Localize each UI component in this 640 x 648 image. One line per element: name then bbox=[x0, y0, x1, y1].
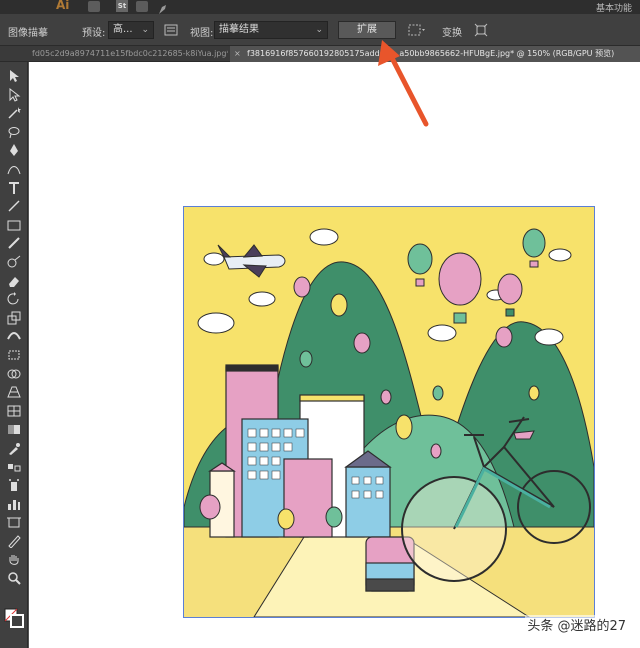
width-tool-icon[interactable] bbox=[6, 328, 22, 342]
document-tabs: fd05c2d9a8974711e15fbdc0c212685-k8iYua.j… bbox=[0, 46, 640, 62]
symbol-sprayer-tool-icon[interactable] bbox=[6, 477, 22, 492]
tab-document-1[interactable]: fd05c2d9a8974711e15fbdc0c212685-k8iYua.j… bbox=[0, 46, 228, 62]
close-icon[interactable]: × bbox=[234, 46, 244, 62]
rectangle-tool-icon[interactable] bbox=[6, 217, 22, 231]
traced-image[interactable] bbox=[183, 206, 595, 618]
hand-tool-icon[interactable] bbox=[6, 552, 22, 566]
perspective-grid-tool-icon[interactable] bbox=[6, 384, 22, 398]
pen-tool-icon[interactable] bbox=[6, 142, 22, 157]
illustrator-window: Ai St 基本功能 图像描摹 预设: 高... ⌄ 视图: 描摹结果 ⌄ 扩展… bbox=[0, 0, 640, 648]
chevron-down-icon: ⌄ bbox=[315, 25, 323, 35]
blend-tool-icon[interactable] bbox=[6, 459, 22, 473]
preset-dropdown[interactable]: 高... ⌄ bbox=[108, 21, 154, 39]
image-trace-panel-icon[interactable] bbox=[164, 22, 178, 36]
chevron-down-icon: ⌄ bbox=[141, 25, 149, 35]
magic-wand-tool-icon[interactable] bbox=[6, 105, 22, 119]
view-label: 视图: bbox=[190, 28, 214, 39]
scale-tool-icon[interactable] bbox=[6, 310, 22, 325]
control-bar: 图像描摹 预设: 高... ⌄ 视图: 描摹结果 ⌄ 扩展 变换 bbox=[0, 14, 640, 46]
view-dropdown[interactable]: 描摹结果 ⌄ bbox=[214, 21, 328, 39]
ai-logo: Ai bbox=[56, 0, 70, 12]
eraser-tool-icon[interactable] bbox=[6, 273, 22, 287]
free-transform-tool-icon[interactable] bbox=[6, 347, 22, 361]
canvas-area[interactable] bbox=[29, 62, 640, 648]
rotate-tool-icon[interactable] bbox=[6, 291, 22, 305]
shaper-tool-icon[interactable] bbox=[6, 254, 22, 268]
isolation-mode-icon[interactable] bbox=[474, 22, 488, 37]
bridge-icon[interactable] bbox=[88, 1, 100, 12]
workspace-switcher[interactable]: 基本功能 bbox=[596, 1, 632, 14]
tab-document-2[interactable]: × f3816916f857660192805175addc6... a50bb9… bbox=[230, 46, 640, 62]
transform-link[interactable]: 变换 bbox=[442, 24, 462, 39]
eyedropper-tool-icon[interactable] bbox=[6, 440, 22, 455]
mesh-tool-icon[interactable] bbox=[6, 403, 22, 417]
gpu-rocket-icon[interactable] bbox=[156, 1, 170, 14]
curvature-tool-icon[interactable] bbox=[6, 161, 22, 175]
menu-bar: Ai St 基本功能 bbox=[0, 0, 640, 14]
stock-icon[interactable]: St bbox=[116, 0, 128, 12]
city-illustration bbox=[183, 207, 595, 618]
gradient-tool-icon[interactable] bbox=[6, 421, 22, 435]
type-tool-icon[interactable] bbox=[6, 180, 22, 194]
watermark: 头条 @迷路的27 bbox=[525, 615, 628, 634]
slice-tool-icon[interactable] bbox=[6, 533, 22, 549]
shape-builder-tool-icon[interactable] bbox=[6, 366, 22, 380]
arrange-documents-icon[interactable] bbox=[136, 1, 148, 12]
direct-selection-tool-icon[interactable] bbox=[6, 87, 22, 102]
expand-button[interactable]: 扩展 bbox=[338, 21, 396, 39]
selection-tool-icon[interactable] bbox=[6, 68, 22, 82]
column-graph-tool-icon[interactable] bbox=[6, 496, 22, 510]
paintbrush-tool-icon[interactable] bbox=[6, 235, 22, 250]
artboard-tool-icon[interactable] bbox=[6, 514, 22, 528]
image-trace-panel-label[interactable]: 图像描摹 bbox=[8, 24, 48, 39]
preset-label: 预设: bbox=[82, 28, 106, 39]
lasso-tool-icon[interactable] bbox=[6, 124, 22, 138]
fill-stroke-swatch[interactable] bbox=[4, 608, 24, 628]
align-to-selection-icon[interactable] bbox=[408, 22, 428, 36]
line-tool-icon[interactable] bbox=[6, 198, 22, 212]
zoom-tool-icon[interactable] bbox=[6, 570, 22, 585]
tools-panel bbox=[0, 62, 28, 648]
